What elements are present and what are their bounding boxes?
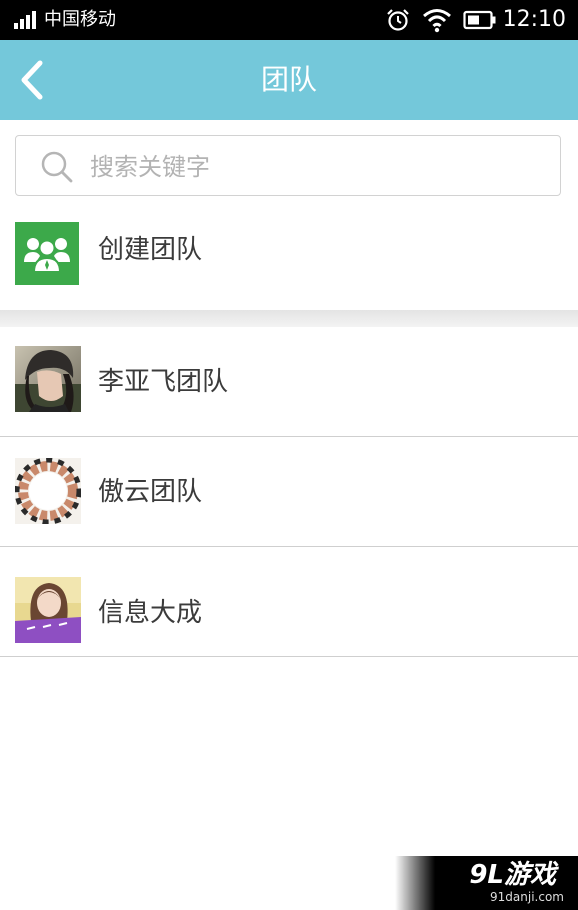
team-name: 李亚飞团队: [98, 367, 229, 397]
team-name: 信息大成: [98, 598, 203, 628]
team-list-item[interactable]: 李亚飞团队: [0, 327, 578, 437]
avatar: [15, 346, 81, 412]
watermark-url: 91danji.com: [490, 890, 564, 904]
carrier-name: 中国移动: [44, 9, 116, 30]
create-team-button[interactable]: 创建团队: [0, 210, 578, 292]
battery-icon: [462, 10, 496, 30]
search-placeholder: 搜索关键字: [90, 153, 210, 181]
status-left: 中国移动: [14, 8, 116, 32]
status-bar: 中国移动 12:10: [0, 0, 578, 40]
create-team-label: 创建团队: [98, 235, 203, 265]
team-name: 傲云团队: [98, 477, 203, 507]
section-divider: [0, 310, 578, 327]
search-input[interactable]: 搜索关键字: [15, 135, 561, 196]
site-watermark: 9L游戏 91danji.com: [395, 856, 578, 910]
watermark-logo: 9L游戏: [469, 860, 556, 890]
avatar: [15, 577, 81, 643]
team-list-item[interactable]: 信息大成: [0, 547, 578, 657]
team-list-item[interactable]: 傲云团队: [0, 437, 578, 547]
alarm-icon: [386, 9, 409, 31]
search-icon: [41, 151, 73, 183]
app-header: 团队: [0, 40, 578, 120]
page-title: 团队: [260, 63, 317, 96]
wifi-icon: [422, 9, 451, 33]
team-group-icon: [15, 222, 79, 285]
clock: 12:10: [502, 7, 566, 32]
signal-icon: [14, 11, 38, 29]
status-right: 12:10: [385, 6, 566, 34]
avatar: [15, 458, 81, 524]
